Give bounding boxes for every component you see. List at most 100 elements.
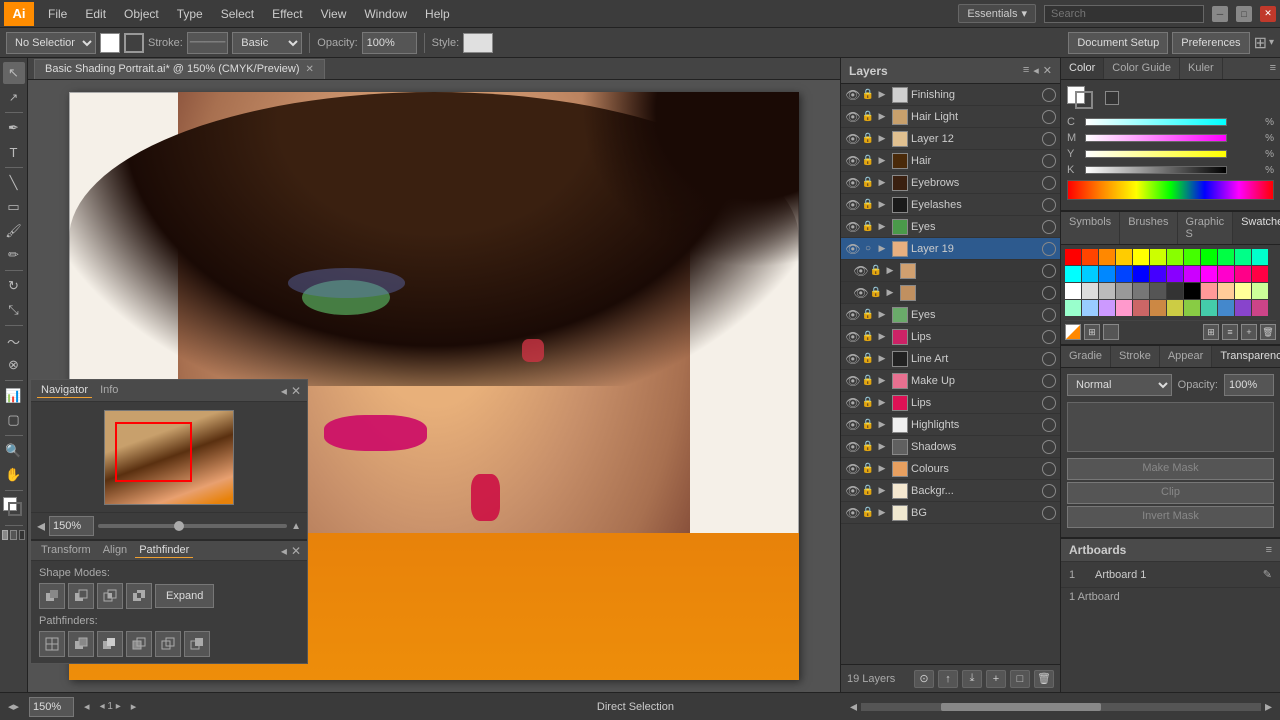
layer-expand-16[interactable]: ▶ [875, 441, 889, 452]
rotate-tool[interactable]: ↻ [3, 275, 25, 297]
transform-tab[interactable]: Transform [37, 543, 95, 558]
selection-dropdown[interactable]: No Selection [6, 32, 96, 54]
swatch-42[interactable] [1167, 300, 1183, 316]
menu-type[interactable]: Type [169, 5, 211, 23]
layer-row-bg[interactable]: 👁 🔒 ▶ BG [841, 502, 1060, 524]
layer-row-shadows[interactable]: 👁 🔒 ▶ Shadows [841, 436, 1060, 458]
opacity-input[interactable] [362, 32, 417, 54]
layer-color-2[interactable] [1042, 132, 1056, 146]
swatch-7[interactable] [1184, 249, 1200, 265]
layer-expand-2[interactable]: ▶ [875, 133, 889, 144]
brushes-tab[interactable]: Brushes [1120, 212, 1177, 244]
layer-row-g[interactable]: 👁 🔒 ▶ [841, 282, 1060, 304]
layer-row-highlights[interactable]: 👁 🔒 ▶ Highlights [841, 414, 1060, 436]
layer-row-make-up[interactable]: 👁 🔒 ▶ Make Up [841, 370, 1060, 392]
layer-visibility-9[interactable]: 👁 [853, 286, 869, 300]
swatch-26[interactable] [1099, 283, 1115, 299]
layer-expand-18[interactable]: ▶ [875, 485, 889, 496]
layer-row-backgr[interactable]: 👁 🔒 ▶ Backgr... [841, 480, 1060, 502]
color-guide-tab[interactable]: Color Guide [1104, 58, 1180, 79]
menu-view[interactable]: View [313, 5, 355, 23]
essentials-dropdown[interactable]: Essentials ▾ [958, 4, 1036, 23]
minus-front-btn[interactable] [68, 583, 94, 609]
layer-visibility-7[interactable]: 👁 [845, 242, 861, 256]
transparency-tab[interactable]: Transparency [1212, 346, 1280, 367]
style-swatch[interactable] [463, 33, 493, 53]
navigator-tab[interactable]: Navigator [37, 383, 92, 398]
menu-file[interactable]: File [40, 5, 75, 23]
direct-selection-tool[interactable]: ↗ [3, 86, 25, 108]
layer-row-hair[interactable]: 👁 🔒 ▶ Hair [841, 150, 1060, 172]
layer-lock-12[interactable]: 🔒 [861, 353, 875, 364]
layer-row-hair-light[interactable]: 👁 🔒 ▶ Hair Light [841, 106, 1060, 128]
blend-mode-dropdown[interactable]: Normal Multiply Screen Overlay [1067, 374, 1172, 396]
nav-viewport-rect[interactable] [115, 422, 192, 482]
swatch-32[interactable] [1201, 283, 1217, 299]
collect-in-new-layer-btn[interactable]: ⤓ [962, 670, 982, 688]
tab-close-button[interactable]: ✕ [306, 64, 314, 75]
swatch-46[interactable] [1235, 300, 1251, 316]
zoom-status-input[interactable] [29, 697, 74, 717]
layer-row-eyes[interactable]: 👁 🔒 ▶ Eyes [841, 304, 1060, 326]
swatch-23[interactable] [1252, 266, 1268, 282]
swatch-40[interactable] [1133, 300, 1149, 316]
k-slider[interactable] [1085, 166, 1227, 174]
layer-row-eyebrows[interactable]: 👁 🔒 ▶ Eyebrows [841, 172, 1060, 194]
preferences-button[interactable]: Preferences [1172, 32, 1249, 54]
window-close[interactable]: ✕ [1260, 6, 1276, 22]
swatch-24[interactable] [1065, 283, 1081, 299]
panel-collapse-btn[interactable]: ◂ [281, 384, 287, 398]
swatch-8[interactable] [1201, 249, 1217, 265]
minus-back-btn[interactable] [184, 631, 210, 657]
blend-tool[interactable]: ⊗ [3, 354, 25, 376]
scroll-right-btn[interactable]: ▸ [1265, 698, 1272, 715]
swatch-47[interactable] [1252, 300, 1268, 316]
window-maximize[interactable]: □ [1236, 6, 1252, 22]
scrollbar-thumb[interactable] [941, 703, 1101, 711]
pencil-tool[interactable]: ✏ [3, 244, 25, 266]
swatch-41[interactable] [1150, 300, 1166, 316]
scroll-left-btn[interactable]: ◂ [850, 698, 857, 715]
layer-visibility-3[interactable]: 👁 [845, 154, 861, 168]
zoom-out-icon[interactable]: ◂ [37, 516, 45, 536]
normal-screen-btn[interactable] [2, 530, 8, 540]
window-minimize[interactable]: ─ [1212, 6, 1228, 22]
swatch-36[interactable] [1065, 300, 1081, 316]
layers-close-btn[interactable]: ✕ [1043, 64, 1052, 77]
gradient-tab[interactable]: Gradie [1061, 346, 1111, 367]
scale-tool[interactable]: ⤡ [3, 299, 25, 321]
c-slider[interactable] [1085, 118, 1227, 126]
layer-visibility-11[interactable]: 👁 [845, 330, 861, 344]
crop-btn[interactable] [126, 631, 152, 657]
pen-tool[interactable]: ✒ [3, 117, 25, 139]
document-setup-button[interactable]: Document Setup [1068, 32, 1168, 54]
layer-visibility-16[interactable]: 👁 [845, 440, 861, 454]
type-tool[interactable]: T [3, 141, 25, 163]
nav-prev-btn[interactable]: ◂ [84, 700, 90, 713]
zoom-tool[interactable]: 🔍 [3, 440, 25, 462]
layer-row-finishing[interactable]: 👁 🔒 ▶ Finishing [841, 84, 1060, 106]
unite-btn[interactable] [39, 583, 65, 609]
layer-color-1[interactable] [1042, 110, 1056, 124]
panel-options-icon[interactable]: ▾ [1269, 37, 1274, 48]
layer-visibility-15[interactable]: 👁 [845, 418, 861, 432]
opacity-input-transp[interactable] [1224, 374, 1274, 396]
layer-visibility-14[interactable]: 👁 [845, 396, 861, 410]
divide-btn[interactable] [39, 631, 65, 657]
layer-visibility-0[interactable]: 👁 [845, 88, 861, 102]
mask-thumbnail-area[interactable] [1067, 402, 1274, 452]
layer-row-layer-12[interactable]: 👁 🔒 ▶ Layer 12 [841, 128, 1060, 150]
layer-lock-17[interactable]: 🔒 [861, 463, 875, 474]
swatch-33[interactable] [1218, 283, 1234, 299]
layer-expand-12[interactable]: ▶ [875, 353, 889, 364]
layer-visibility-10[interactable]: 👁 [845, 308, 861, 322]
panel-close-btn[interactable]: ✕ [291, 384, 301, 398]
nav-next-btn[interactable]: ▸ [131, 700, 137, 713]
layer-expand-10[interactable]: ▶ [875, 309, 889, 320]
layer-visibility-2[interactable]: 👁 [845, 132, 861, 146]
layer-expand-4[interactable]: ▶ [875, 177, 889, 188]
layer-visibility-12[interactable]: 👁 [845, 352, 861, 366]
layer-lock-0[interactable]: 🔒 [861, 89, 875, 100]
swatch-22[interactable] [1235, 266, 1251, 282]
swatch-45[interactable] [1218, 300, 1234, 316]
